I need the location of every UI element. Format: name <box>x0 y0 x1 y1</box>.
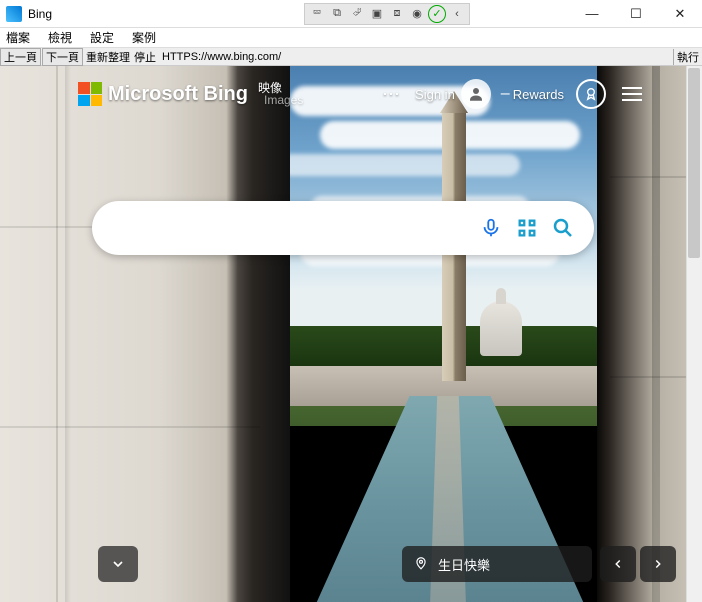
tool-cursor-icon[interactable]: ⮹ <box>308 5 326 23</box>
rewards-prefix: – <box>501 85 510 103</box>
titlebar: Bing ⮹ ⧉ ⮰ ▣ ⧈ ◉ ✓ ‹ — ☐ ✕ <box>0 0 702 28</box>
link-images-en[interactable]: Images <box>264 94 303 106</box>
url-display: HTTPS://www.bing.com/ <box>158 51 673 63</box>
navbar: 上一頁 下一頁 重新整理 停止 HTTPS://www.bing.com/ 執行 <box>0 48 702 66</box>
menu-settings[interactable]: 設定 <box>88 28 116 47</box>
page-content: Microsoft Bing 映像 Images ⋯ Sign in – Rew… <box>0 66 702 602</box>
nav-run-label[interactable]: 執行 <box>673 49 702 65</box>
signin-link[interactable]: Sign in <box>415 87 455 102</box>
nav-refresh-label[interactable]: 重新整理 <box>84 49 132 65</box>
minimize-button[interactable]: — <box>570 0 614 28</box>
wallpaper-prev-button[interactable] <box>600 546 636 582</box>
header-links: 映像 Images <box>258 82 303 106</box>
more-menu-icon[interactable]: ⋯ <box>382 84 401 105</box>
debug-toolbox: ⮹ ⧉ ⮰ ▣ ⧈ ◉ ✓ ‹ <box>304 3 470 25</box>
menu-file[interactable]: 檔案 <box>4 28 32 47</box>
background-image <box>0 66 702 602</box>
window-title: Bing <box>28 7 52 21</box>
wallpaper-nav <box>600 546 676 582</box>
tool-pointer-icon[interactable]: ⮰ <box>348 5 366 23</box>
location-pin-icon <box>414 556 428 573</box>
app-icon <box>6 6 22 22</box>
image-info-bar[interactable]: 生日快樂 <box>402 546 592 582</box>
tool-video-icon[interactable]: ⧉ <box>328 5 346 23</box>
maximize-button[interactable]: ☐ <box>614 0 658 28</box>
menubar: 檔案 檢視 設定 案例 <box>0 28 702 48</box>
image-search-icon[interactable] <box>514 215 540 241</box>
rewards-link[interactable]: Rewards <box>513 87 564 102</box>
microsoft-logo-icon <box>78 82 102 106</box>
window-buttons: — ☐ ✕ <box>570 0 702 28</box>
tool-back-icon[interactable]: ‹ <box>448 5 466 23</box>
search-box <box>92 201 594 255</box>
nav-stop-label[interactable]: 停止 <box>132 49 158 65</box>
rewards-medal-icon[interactable] <box>576 79 606 109</box>
brand-label[interactable]: Microsoft Bing <box>108 83 248 106</box>
close-button[interactable]: ✕ <box>658 0 702 28</box>
search-input[interactable] <box>110 219 468 237</box>
scrollbar-thumb[interactable] <box>688 68 700 258</box>
nav-next-button[interactable]: 下一頁 <box>42 48 83 66</box>
wallpaper-next-button[interactable] <box>640 546 676 582</box>
image-info-text: 生日快樂 <box>438 555 490 574</box>
avatar-icon[interactable] <box>461 79 491 109</box>
expand-down-button[interactable] <box>98 546 138 582</box>
nav-prev-button[interactable]: 上一頁 <box>0 48 41 66</box>
menu-view[interactable]: 檢視 <box>46 28 74 47</box>
hamburger-menu-icon[interactable] <box>622 87 642 101</box>
vertical-scrollbar[interactable] <box>686 66 702 602</box>
tool-screen-icon[interactable]: ⧈ <box>388 5 406 23</box>
voice-search-icon[interactable] <box>478 215 504 241</box>
search-submit-icon[interactable] <box>550 215 576 241</box>
tool-record-icon[interactable]: ◉ <box>408 5 426 23</box>
menu-example[interactable]: 案例 <box>130 28 158 47</box>
tool-square-icon[interactable]: ▣ <box>368 5 386 23</box>
bing-header: Microsoft Bing 映像 Images ⋯ Sign in – Rew… <box>78 74 682 114</box>
tool-check-icon[interactable]: ✓ <box>428 5 446 23</box>
